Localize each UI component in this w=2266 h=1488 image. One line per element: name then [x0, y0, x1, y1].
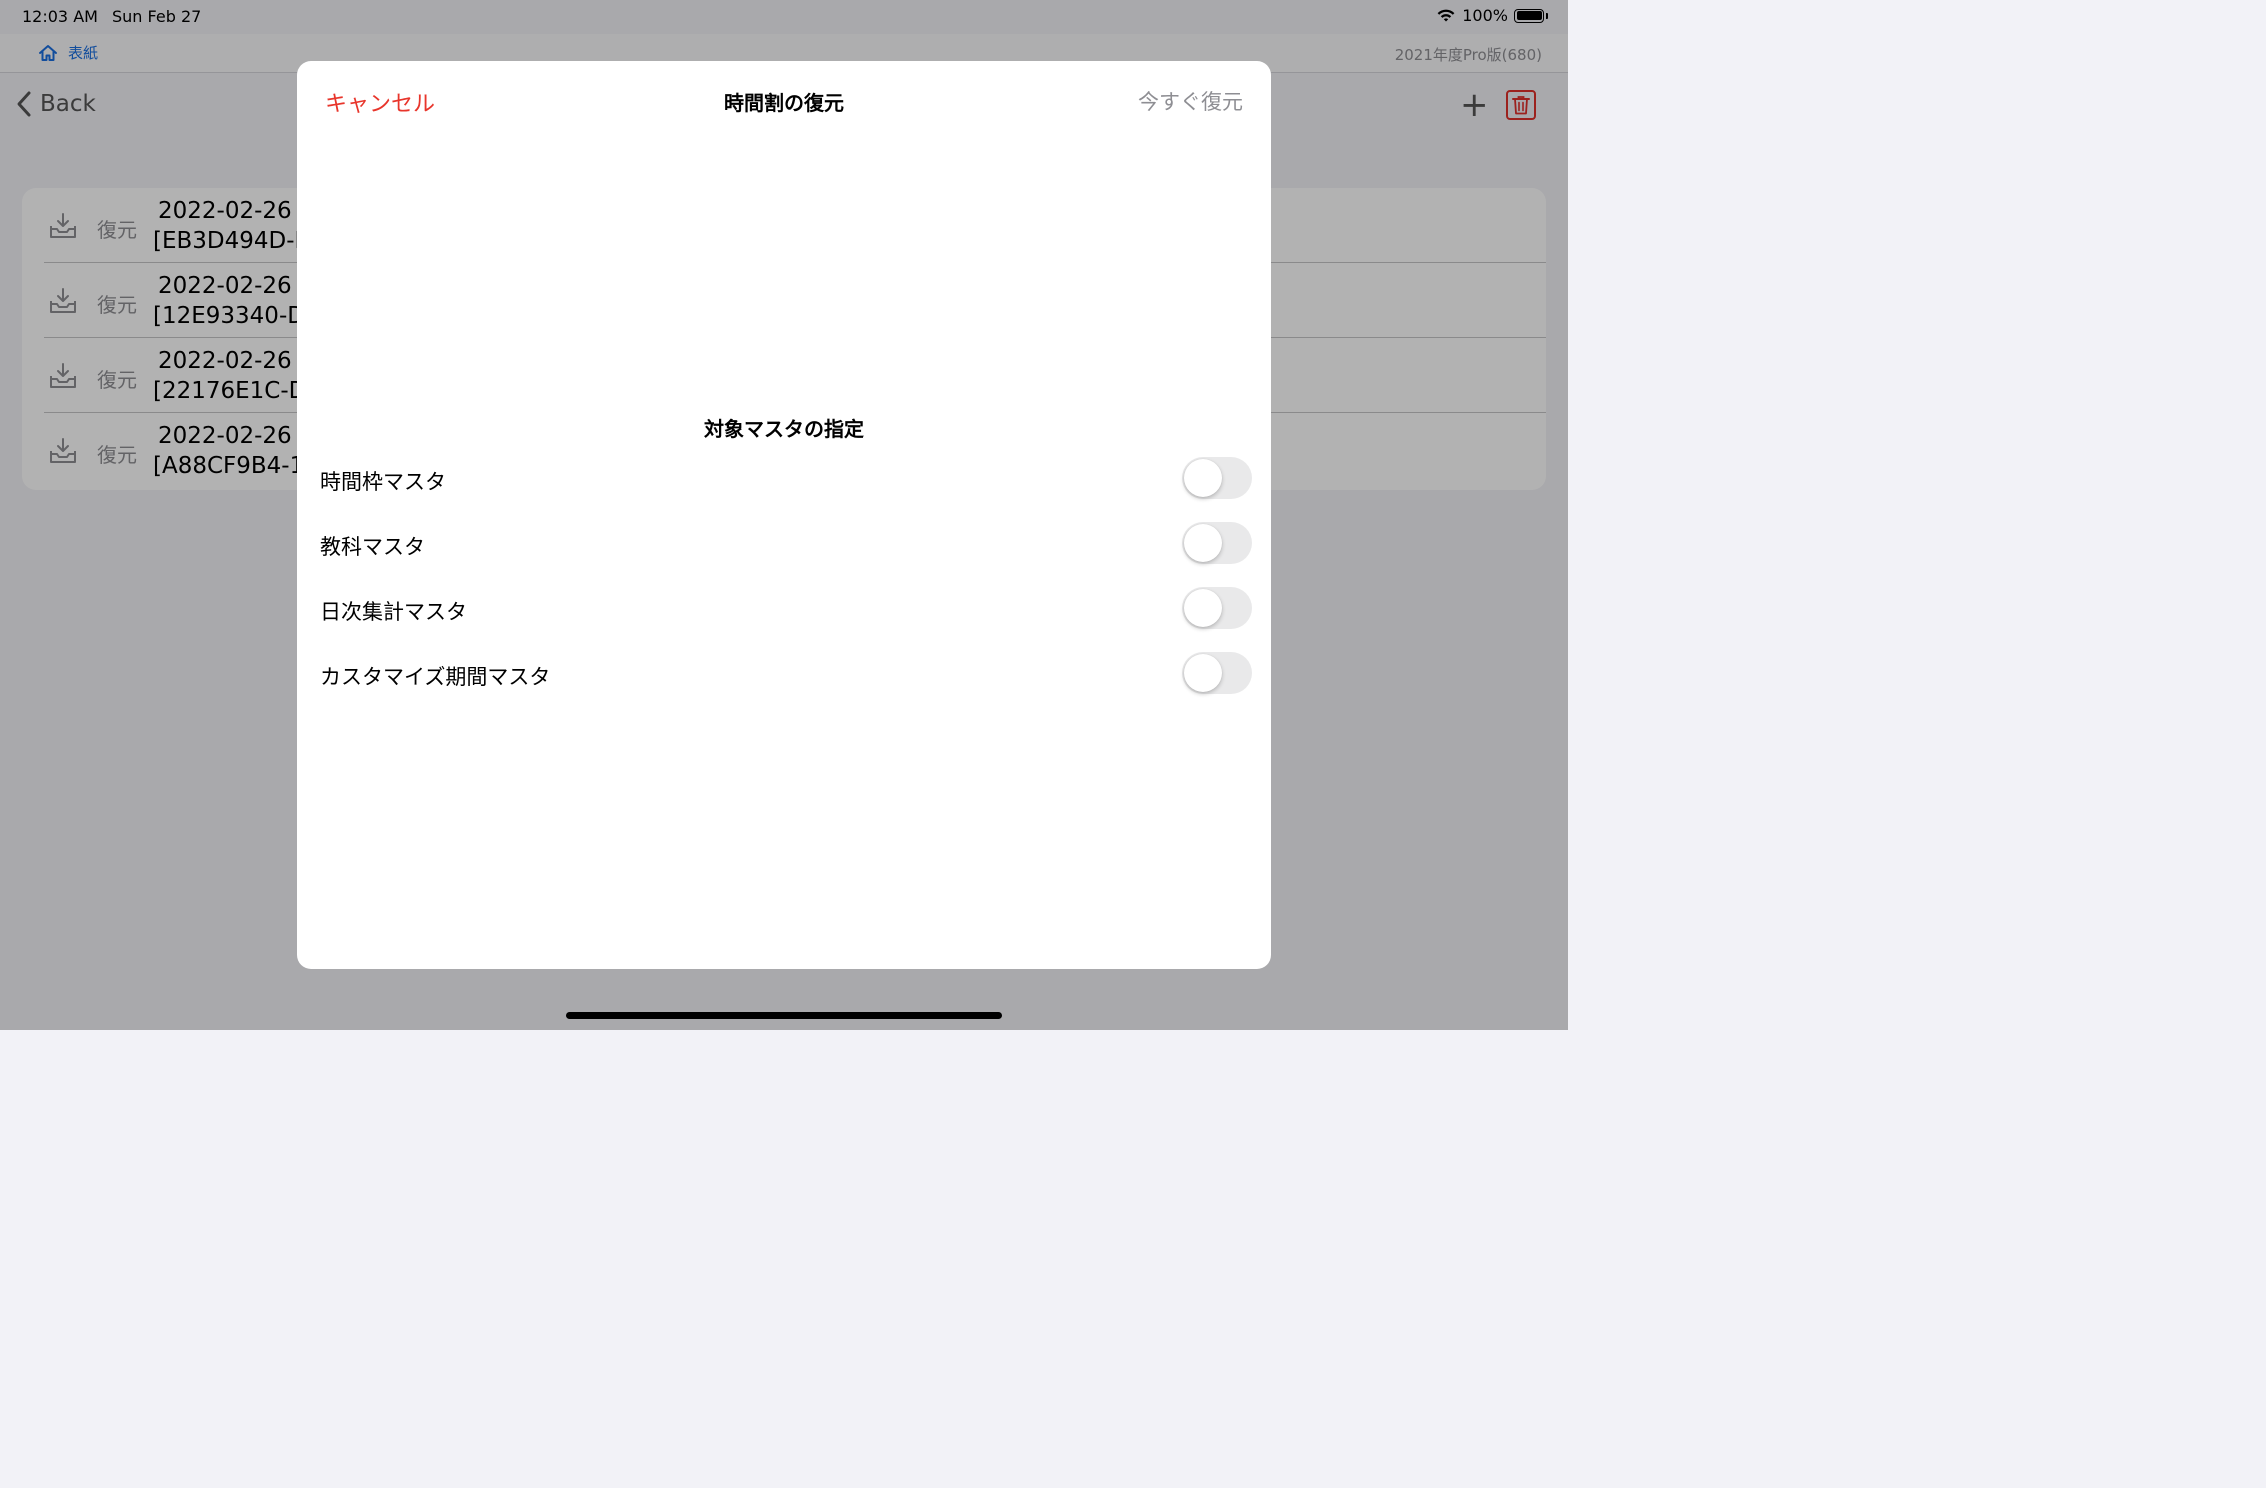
home-indicator[interactable]: [566, 1012, 1002, 1019]
option-label: 教科マスタ: [320, 535, 425, 559]
daily-summary-master-toggle[interactable]: [1182, 587, 1252, 629]
option-label: 時間枠マスタ: [320, 470, 446, 494]
time-slot-master-toggle[interactable]: [1182, 457, 1252, 499]
subject-master-toggle[interactable]: [1182, 522, 1252, 564]
toggle-knob: [1184, 459, 1222, 497]
section-title: 対象マスタの指定: [704, 417, 864, 441]
option-row-daily-summary-master: 日次集計マスタ: [297, 580, 1271, 640]
toggle-knob: [1184, 654, 1222, 692]
option-row-custom-period-master: カスタマイズ期間マスタ: [297, 645, 1271, 705]
option-row-subject-master: 教科マスタ: [297, 515, 1271, 575]
option-label: 日次集計マスタ: [320, 600, 467, 624]
custom-period-master-toggle[interactable]: [1182, 652, 1252, 694]
restore-now-button[interactable]: 今すぐ復元: [1138, 86, 1243, 116]
option-row-time-slot-master: 時間枠マスタ: [297, 450, 1271, 510]
toggle-knob: [1184, 524, 1222, 562]
toggle-knob: [1184, 589, 1222, 627]
restore-modal: キャンセル 時間割の復元 今すぐ復元 対象マスタの指定 時間枠マスタ 教科マスタ…: [297, 61, 1271, 969]
option-label: カスタマイズ期間マスタ: [320, 665, 551, 689]
modal-title: 時間割の復元: [724, 91, 844, 115]
